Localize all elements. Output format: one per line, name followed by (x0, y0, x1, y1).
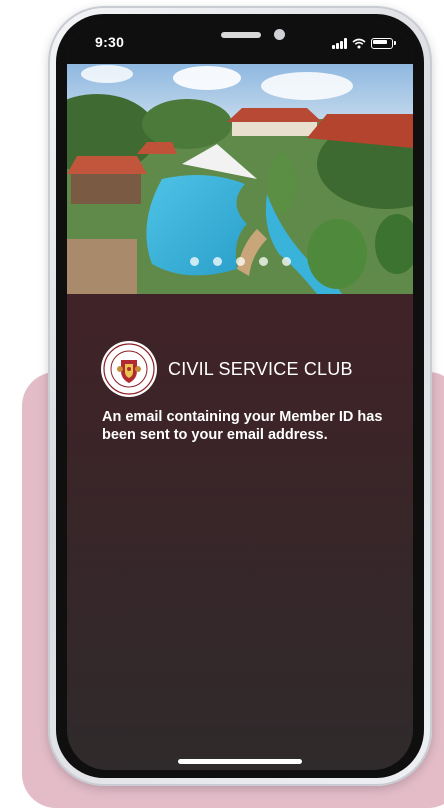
brand-header: CIVIL SERVICE CLUB (100, 340, 353, 398)
front-camera (274, 29, 285, 40)
wifi-icon (352, 38, 366, 48)
speaker-grille (221, 32, 261, 38)
status-icons (332, 36, 396, 50)
confirmation-message: An email containing your Member ID has b… (102, 409, 383, 443)
signal-icon (332, 37, 347, 49)
app-screen: 9:30 CIVIL SERVICE CLUB An email contain… (67, 22, 413, 770)
carousel-dot[interactable] (189, 257, 199, 266)
carousel-dot[interactable] (212, 257, 222, 266)
status-bar: 9:30 (67, 22, 413, 64)
hero-carousel[interactable] (67, 64, 413, 294)
club-crest-logo (101, 341, 157, 397)
carousel-pagination (67, 257, 413, 266)
carousel-dot[interactable] (281, 257, 291, 266)
brand-name: CIVIL SERVICE CLUB (168, 358, 353, 379)
carousel-dot[interactable] (258, 257, 268, 266)
status-time: 9:30 (95, 34, 125, 50)
carousel-dot[interactable] (235, 257, 245, 266)
battery-icon (371, 37, 396, 49)
home-indicator[interactable] (178, 759, 302, 764)
